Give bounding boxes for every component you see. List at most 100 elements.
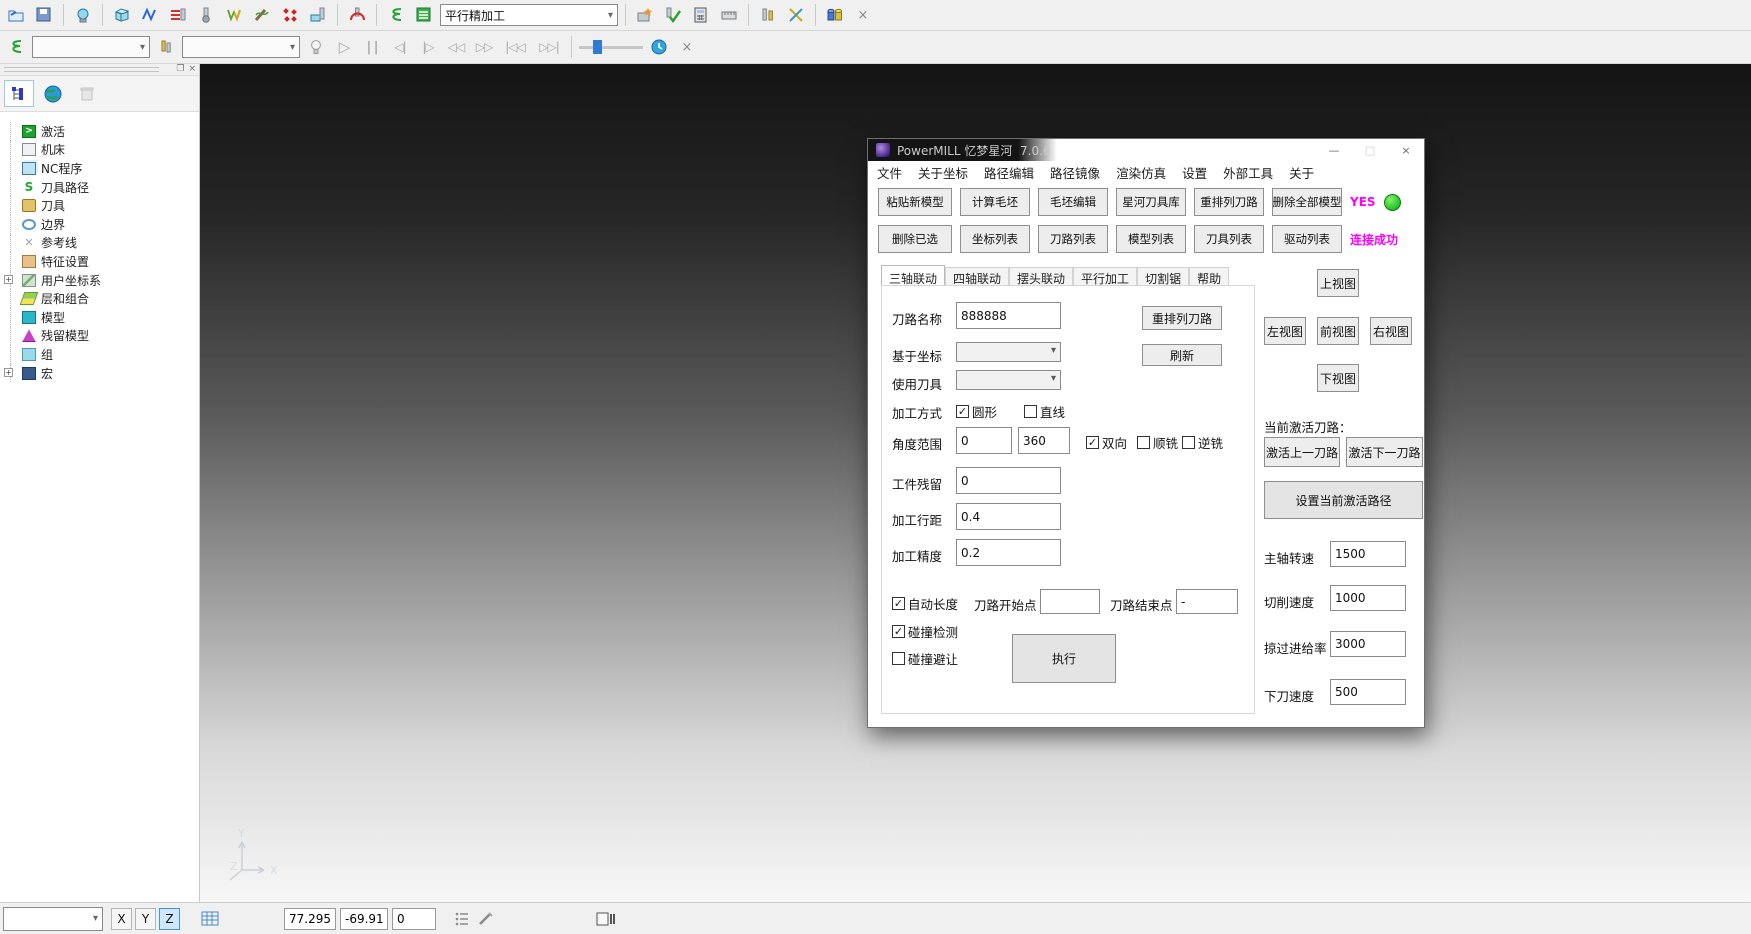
axis-x-button[interactable]: X (111, 908, 132, 930)
bidirectional-checkbox[interactable]: 双向 (1086, 433, 1127, 452)
tree-item-nc-program[interactable]: NC程序 (2, 159, 199, 178)
view-bottom-button[interactable]: 下视图 (1317, 364, 1359, 392)
angle-to-input[interactable] (1018, 427, 1070, 454)
delete-selected-button[interactable]: 删除已选 (878, 225, 952, 253)
tool-check-icon[interactable] (661, 3, 685, 27)
menu-coords[interactable]: 关于坐标 (918, 163, 968, 182)
conventional-mill-checkbox[interactable]: 逆铣 (1182, 433, 1223, 452)
refresh-button[interactable]: 刷新 (1142, 344, 1222, 366)
maximize-button[interactable]: □ (1352, 139, 1388, 161)
step-forward-icon[interactable]: |▷ (416, 35, 440, 59)
drive-list-button[interactable]: 驱动列表 (1272, 225, 1342, 253)
close-toolbar-icon[interactable]: × (675, 35, 699, 59)
checkbox[interactable] (892, 652, 905, 665)
climb-mill-checkbox[interactable]: 顺铣 (1137, 433, 1178, 452)
tree-item-tool[interactable]: 刀具 (2, 196, 199, 215)
coord-list-button[interactable]: 坐标列表 (960, 225, 1030, 253)
tree-item-machine[interactable]: 机床 (2, 141, 199, 160)
tool-list-button[interactable]: 刀具列表 (1194, 225, 1264, 253)
close-button[interactable]: × (1388, 139, 1424, 161)
toolpath-spring-icon[interactable] (384, 3, 408, 27)
sim-tool-combo[interactable]: ▾ (182, 36, 300, 58)
close-toolbar-icon[interactable]: × (851, 3, 875, 27)
boundary-w-icon[interactable] (222, 3, 246, 27)
trash-icon[interactable] (72, 80, 102, 107)
view-front-button[interactable]: 前视图 (1317, 317, 1359, 345)
toolpath-list-icon[interactable] (412, 3, 436, 27)
collision-check-checkbox[interactable]: 碰撞检测 (892, 622, 958, 641)
calculator-icon[interactable] (689, 3, 713, 27)
tree-view-icon[interactable] (4, 80, 34, 107)
skim-feed-input[interactable] (1330, 631, 1406, 657)
toolpath-spring-icon[interactable] (4, 35, 28, 59)
spindle-speed-input[interactable] (1330, 541, 1406, 567)
view-left-button[interactable]: 左视图 (1264, 317, 1306, 345)
toolpath-zigzag-icon[interactable] (138, 3, 162, 27)
mode-circle-checkbox[interactable]: 圆形 (956, 402, 997, 421)
activate-next-toolpath-button[interactable]: 激活下一刀路 (1346, 437, 1423, 467)
draw-icon[interactable] (474, 907, 498, 931)
globe-icon[interactable] (38, 80, 68, 107)
block-icon[interactable] (110, 3, 134, 27)
coord-z-input[interactable] (392, 908, 436, 930)
auto-length-checkbox[interactable]: 自动长度 (892, 594, 958, 613)
menu-external-tools[interactable]: 外部工具 (1223, 163, 1273, 182)
collision-avoid-checkbox[interactable]: 碰撞避让 (892, 649, 958, 668)
shaded-view-icon[interactable] (71, 3, 95, 27)
points-icon[interactable] (278, 3, 302, 27)
checkbox[interactable] (956, 405, 969, 418)
mode-line-checkbox[interactable]: 直线 (1024, 402, 1065, 421)
save-icon[interactable] (32, 3, 56, 27)
tree-item-pattern[interactable]: ✕参考线 (2, 234, 199, 253)
axis-z-button[interactable]: Z (159, 908, 180, 930)
tool-library-button[interactable]: 星河刀具库 (1116, 188, 1186, 216)
tree-item-workplane[interactable]: +用户坐标系 (2, 271, 199, 290)
bulb-icon[interactable] (304, 35, 328, 59)
clock-icon[interactable] (647, 35, 671, 59)
point-list-icon[interactable] (450, 907, 474, 931)
menu-about[interactable]: 关于 (1289, 163, 1314, 182)
compute-stock-button[interactable]: 计算毛坯 (960, 188, 1030, 216)
tool-block-icon[interactable] (306, 3, 330, 27)
tree-item-macro[interactable]: +宏 (2, 364, 199, 383)
sim-speed-slider[interactable] (579, 38, 643, 56)
pattern-pencil-icon[interactable] (250, 3, 274, 27)
transform-arrows-icon[interactable] (784, 3, 808, 27)
collision-arc-icon[interactable] (345, 3, 369, 27)
step-back-icon[interactable]: ◁| (388, 35, 412, 59)
cylinders-icon[interactable] (823, 3, 847, 27)
rearrange-button[interactable]: 重排列刀路 (1142, 306, 1222, 330)
delete-all-models-button[interactable]: 删除全部模型 (1272, 188, 1342, 216)
stock-edit-button[interactable]: 毛坯编辑 (1038, 188, 1108, 216)
minimize-button[interactable]: — (1316, 139, 1352, 161)
active-toolpath-combo[interactable]: 平行精加工 ▾ (440, 4, 618, 26)
activate-prev-toolpath-button[interactable]: 激活上一刀路 (1264, 437, 1340, 467)
sim-toolpath-combo[interactable]: ▾ (32, 36, 150, 58)
display-icon[interactable] (594, 907, 618, 931)
tree-item-model[interactable]: 模型 (2, 308, 199, 327)
tree-item-levels[interactable]: 层和组合 (2, 289, 199, 308)
tolerance-input[interactable] (956, 539, 1061, 566)
tree-item-boundary[interactable]: 边界 (2, 215, 199, 234)
checkbox[interactable] (1182, 436, 1195, 449)
graphics-viewport[interactable]: Y X Z PowerMILL 忆梦星河 7.0.6 — □ × (200, 64, 1751, 902)
tree-item-feature-set[interactable]: 特征设置 (2, 252, 199, 271)
zlevel-icon[interactable] (166, 3, 190, 27)
tree-item-toolpath[interactable]: S刀具路径 (2, 178, 199, 197)
checkbox[interactable] (892, 625, 905, 638)
fast-forward-icon[interactable]: ▷▷ (472, 35, 496, 59)
menu-render-sim[interactable]: 渲染仿真 (1116, 163, 1166, 182)
set-active-path-button[interactable]: 设置当前激活路径 (1264, 481, 1423, 519)
view-right-button[interactable]: 右视图 (1370, 317, 1412, 345)
tree-item-activate[interactable]: >激活 (2, 122, 199, 141)
rearrange-toolpath-button[interactable]: 重排列刀路 (1194, 188, 1264, 216)
based-coord-combo[interactable]: ▾ (956, 342, 1061, 362)
angle-from-input[interactable] (956, 427, 1012, 454)
end-point-input[interactable] (1176, 589, 1238, 614)
expand-icon[interactable]: + (4, 368, 13, 377)
grid-icon[interactable] (198, 907, 222, 931)
cutting-speed-input[interactable] (1330, 585, 1406, 611)
go-end-icon[interactable]: ▷▷| (534, 35, 564, 59)
dialog-titlebar[interactable]: PowerMILL 忆梦星河 7.0.6 — □ × (868, 139, 1424, 161)
open-file-icon[interactable] (4, 3, 28, 27)
